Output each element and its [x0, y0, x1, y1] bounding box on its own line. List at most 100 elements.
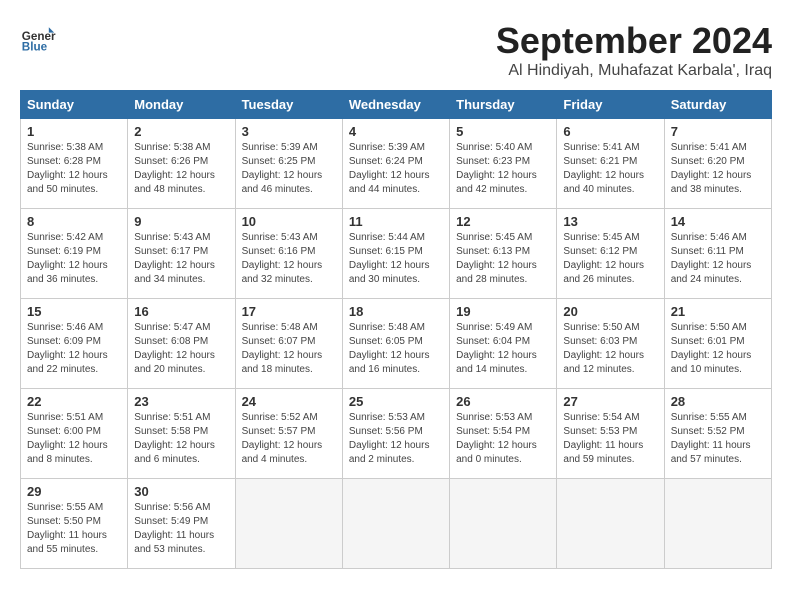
- day-info: Sunrise: 5:40 AMSunset: 6:23 PMDaylight:…: [456, 141, 550, 197]
- day-number: 20: [563, 304, 657, 319]
- day-info: Sunrise: 5:39 AMSunset: 6:25 PMDaylight:…: [242, 141, 336, 197]
- month-title: September 2024: [496, 20, 772, 62]
- day-info: Sunrise: 5:45 AMSunset: 6:13 PMDaylight:…: [456, 231, 550, 287]
- day-info: Sunrise: 5:41 AMSunset: 6:21 PMDaylight:…: [563, 141, 657, 197]
- col-wednesday: Wednesday: [342, 91, 449, 119]
- calendar-row: 22 Sunrise: 5:51 AMSunset: 6:00 PMDayligh…: [21, 389, 772, 479]
- day-number: 22: [27, 394, 121, 409]
- table-row: 30 Sunrise: 5:56 AMSunset: 5:49 PMDayligh…: [128, 479, 235, 569]
- day-info: Sunrise: 5:48 AMSunset: 6:05 PMDaylight:…: [349, 321, 443, 377]
- table-row: 12 Sunrise: 5:45 AMSunset: 6:13 PMDayligh…: [450, 209, 557, 299]
- day-number: 11: [349, 214, 443, 229]
- svg-text:Blue: Blue: [22, 41, 48, 54]
- day-number: 23: [134, 394, 228, 409]
- table-row: 24 Sunrise: 5:52 AMSunset: 5:57 PMDayligh…: [235, 389, 342, 479]
- day-info: Sunrise: 5:39 AMSunset: 6:24 PMDaylight:…: [349, 141, 443, 197]
- calendar-header-row: Sunday Monday Tuesday Wednesday Thursday…: [21, 91, 772, 119]
- day-number: 3: [242, 124, 336, 139]
- day-number: 14: [671, 214, 765, 229]
- col-sunday: Sunday: [21, 91, 128, 119]
- table-row: 27 Sunrise: 5:54 AMSunset: 5:53 PMDayligh…: [557, 389, 664, 479]
- day-info: Sunrise: 5:46 AMSunset: 6:11 PMDaylight:…: [671, 231, 765, 287]
- calendar-row: 8 Sunrise: 5:42 AMSunset: 6:19 PMDaylight…: [21, 209, 772, 299]
- day-number: 1: [27, 124, 121, 139]
- col-saturday: Saturday: [664, 91, 771, 119]
- day-info: Sunrise: 5:51 AMSunset: 6:00 PMDaylight:…: [27, 411, 121, 467]
- table-row: 14 Sunrise: 5:46 AMSunset: 6:11 PMDayligh…: [664, 209, 771, 299]
- day-info: Sunrise: 5:50 AMSunset: 6:01 PMDaylight:…: [671, 321, 765, 377]
- day-info: Sunrise: 5:53 AMSunset: 5:54 PMDaylight:…: [456, 411, 550, 467]
- day-number: 4: [349, 124, 443, 139]
- table-row: 10Sunrise: 5:43 AMSunset: 6:16 PMDayligh…: [235, 209, 342, 299]
- table-row: 20 Sunrise: 5:50 AMSunset: 6:03 PMDayligh…: [557, 299, 664, 389]
- day-number: 25: [349, 394, 443, 409]
- day-number: 15: [27, 304, 121, 319]
- table-row: 22 Sunrise: 5:51 AMSunset: 6:00 PMDayligh…: [21, 389, 128, 479]
- col-monday: Monday: [128, 91, 235, 119]
- day-number: 18: [349, 304, 443, 319]
- day-info: Sunrise: 5:44 AMSunset: 6:15 PMDaylight:…: [349, 231, 443, 287]
- table-row: 6 Sunrise: 5:41 AMSunset: 6:21 PMDaylight…: [557, 119, 664, 209]
- table-row: 21 Sunrise: 5:50 AMSunset: 6:01 PMDayligh…: [664, 299, 771, 389]
- table-row: 3 Sunrise: 5:39 AMSunset: 6:25 PMDaylight…: [235, 119, 342, 209]
- table-row: 17 Sunrise: 5:48 AMSunset: 6:07 PMDayligh…: [235, 299, 342, 389]
- day-info: Sunrise: 5:42 AMSunset: 6:19 PMDaylight:…: [27, 231, 121, 287]
- day-number: 8: [27, 214, 121, 229]
- table-row: 26Sunrise: 5:53 AMSunset: 5:54 PMDayligh…: [450, 389, 557, 479]
- day-number: 19: [456, 304, 550, 319]
- day-number: 5: [456, 124, 550, 139]
- day-number: 13: [563, 214, 657, 229]
- table-row: 18 Sunrise: 5:48 AMSunset: 6:05 PMDayligh…: [342, 299, 449, 389]
- day-number: 2: [134, 124, 228, 139]
- day-info: Sunrise: 5:52 AMSunset: 5:57 PMDaylight:…: [242, 411, 336, 467]
- day-info: Sunrise: 5:45 AMSunset: 6:12 PMDaylight:…: [563, 231, 657, 287]
- day-info: Sunrise: 5:38 AMSunset: 6:26 PMDaylight:…: [134, 141, 228, 197]
- table-row: 23 Sunrise: 5:51 AMSunset: 5:58 PMDayligh…: [128, 389, 235, 479]
- day-info: Sunrise: 5:49 AMSunset: 6:04 PMDaylight:…: [456, 321, 550, 377]
- day-info: Sunrise: 5:48 AMSunset: 6:07 PMDaylight:…: [242, 321, 336, 377]
- day-info: Sunrise: 5:43 AMSunset: 6:17 PMDaylight:…: [134, 231, 228, 287]
- table-row: 13 Sunrise: 5:45 AMSunset: 6:12 PMDayligh…: [557, 209, 664, 299]
- day-number: 10: [242, 214, 336, 229]
- table-row: [450, 479, 557, 569]
- calendar-row: 15 Sunrise: 5:46 AMSunset: 6:09 PMDayligh…: [21, 299, 772, 389]
- day-number: 28: [671, 394, 765, 409]
- table-row: 5 Sunrise: 5:40 AMSunset: 6:23 PMDaylight…: [450, 119, 557, 209]
- col-friday: Friday: [557, 91, 664, 119]
- day-number: 12: [456, 214, 550, 229]
- day-info: Sunrise: 5:54 AMSunset: 5:53 PMDaylight:…: [563, 411, 657, 467]
- table-row: 19 Sunrise: 5:49 AMSunset: 6:04 PMDayligh…: [450, 299, 557, 389]
- table-row: [664, 479, 771, 569]
- day-info: Sunrise: 5:56 AMSunset: 5:49 PMDaylight:…: [134, 501, 228, 557]
- day-number: 27: [563, 394, 657, 409]
- day-number: 9: [134, 214, 228, 229]
- table-row: [557, 479, 664, 569]
- day-number: 17: [242, 304, 336, 319]
- calendar-row: 1Sunrise: 5:38 AMSunset: 6:28 PMDaylight…: [21, 119, 772, 209]
- table-row: 2 Sunrise: 5:38 AMSunset: 6:26 PMDaylight…: [128, 119, 235, 209]
- calendar-row: 29Sunrise: 5:55 AMSunset: 5:50 PMDayligh…: [21, 479, 772, 569]
- table-row: 7Sunrise: 5:41 AMSunset: 6:20 PMDaylight…: [664, 119, 771, 209]
- table-row: 28Sunrise: 5:55 AMSunset: 5:52 PMDayligh…: [664, 389, 771, 479]
- table-row: 15 Sunrise: 5:46 AMSunset: 6:09 PMDayligh…: [21, 299, 128, 389]
- day-number: 21: [671, 304, 765, 319]
- table-row: 1Sunrise: 5:38 AMSunset: 6:28 PMDaylight…: [21, 119, 128, 209]
- logo: General Blue: [20, 20, 56, 56]
- day-number: 24: [242, 394, 336, 409]
- table-row: 9 Sunrise: 5:43 AMSunset: 6:17 PMDaylight…: [128, 209, 235, 299]
- calendar-table: Sunday Monday Tuesday Wednesday Thursday…: [20, 90, 772, 569]
- day-number: 30: [134, 484, 228, 499]
- day-number: 6: [563, 124, 657, 139]
- table-row: 8 Sunrise: 5:42 AMSunset: 6:19 PMDaylight…: [21, 209, 128, 299]
- day-info: Sunrise: 5:47 AMSunset: 6:08 PMDaylight:…: [134, 321, 228, 377]
- day-info: Sunrise: 5:46 AMSunset: 6:09 PMDaylight:…: [27, 321, 121, 377]
- day-info: Sunrise: 5:41 AMSunset: 6:20 PMDaylight:…: [671, 141, 765, 197]
- table-row: 4 Sunrise: 5:39 AMSunset: 6:24 PMDaylight…: [342, 119, 449, 209]
- table-row: 25 Sunrise: 5:53 AMSunset: 5:56 PMDayligh…: [342, 389, 449, 479]
- day-info: Sunrise: 5:55 AMSunset: 5:50 PMDaylight:…: [27, 501, 121, 557]
- day-info: Sunrise: 5:51 AMSunset: 5:58 PMDaylight:…: [134, 411, 228, 467]
- day-info: Sunrise: 5:50 AMSunset: 6:03 PMDaylight:…: [563, 321, 657, 377]
- col-tuesday: Tuesday: [235, 91, 342, 119]
- day-info: Sunrise: 5:53 AMSunset: 5:56 PMDaylight:…: [349, 411, 443, 467]
- table-row: [235, 479, 342, 569]
